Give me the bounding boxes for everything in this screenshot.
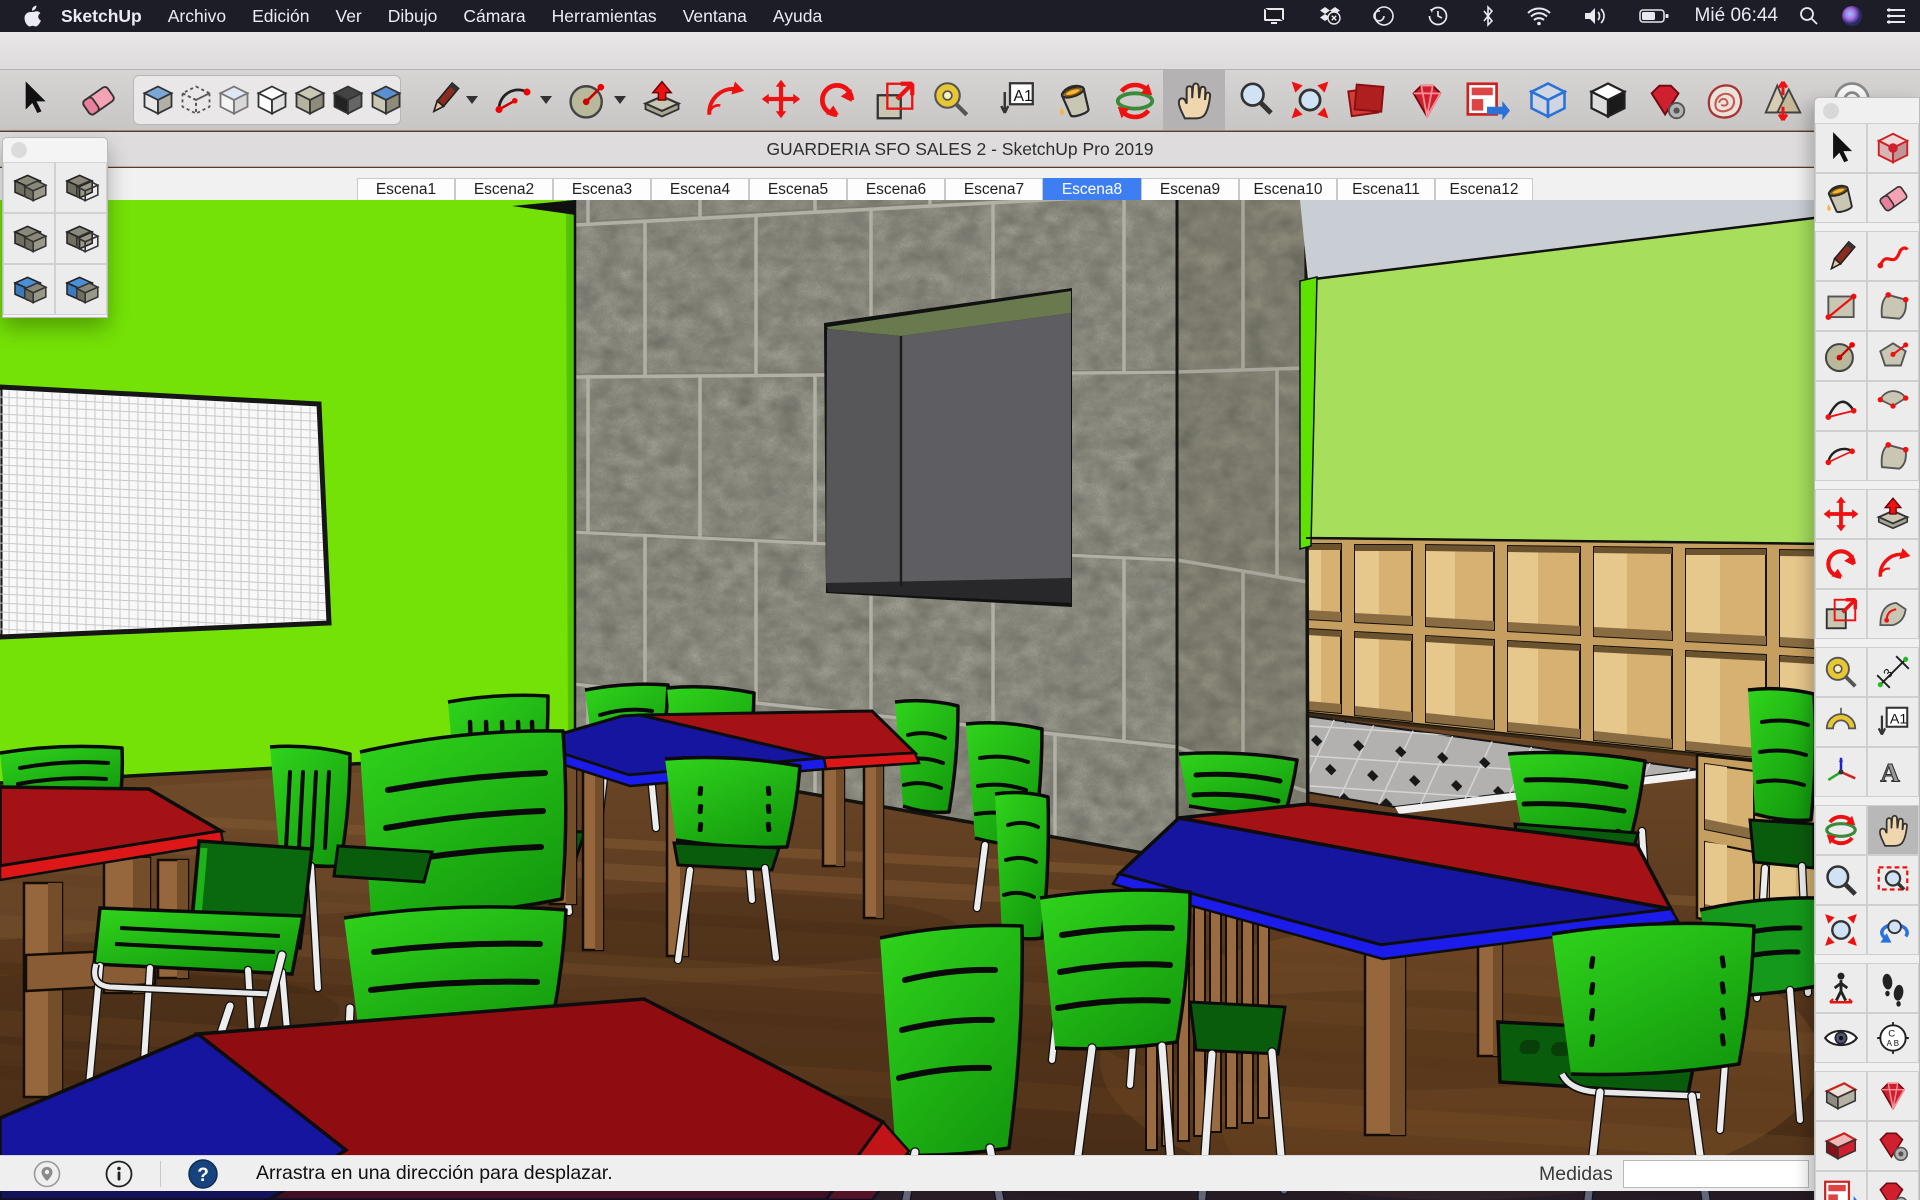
svg-text:A1: A1 — [1014, 88, 1033, 105]
svg-text:?: ? — [197, 1165, 209, 1186]
svg-text:A B: A B — [1887, 1039, 1899, 1048]
svg-text:A1: A1 — [1890, 712, 1908, 728]
svg-text:C: C — [1888, 1028, 1895, 1039]
svg-text:A: A — [1880, 758, 1900, 788]
svg-text:3: 3 — [1881, 666, 1896, 681]
